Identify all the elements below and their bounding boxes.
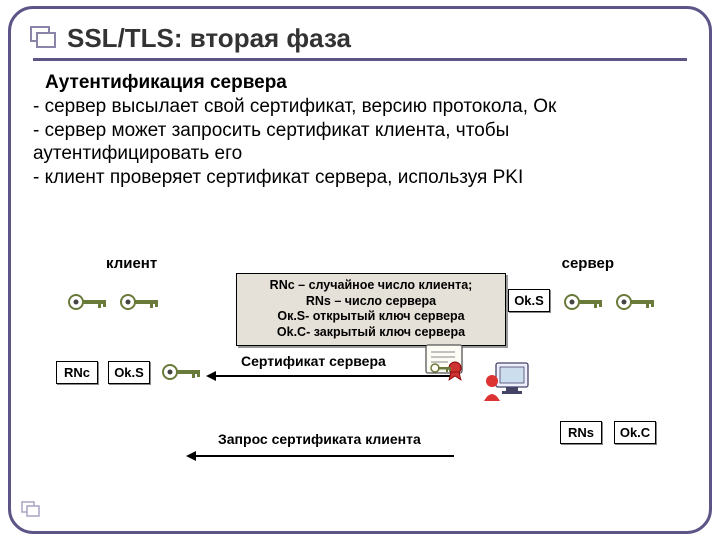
title-row: SSL/TLS: вторая фаза — [33, 23, 687, 61]
key-icon — [66, 291, 106, 309]
arrow-cert-line — [214, 375, 454, 377]
key-icon — [614, 291, 654, 309]
legend-box: RNc – случайное число клиента; RNs – чис… — [236, 273, 506, 346]
legend-line-2: RNs – число сервера — [241, 294, 501, 310]
arrow-cert-head — [206, 371, 216, 381]
arrow-cert-label: Сертификат сервера — [241, 353, 386, 369]
box-oks-right: Ok.S — [508, 289, 550, 312]
slide-title: SSL/TLS: вторая фаза — [67, 23, 351, 54]
box-oks-left: Ok.S — [108, 361, 150, 384]
subtitle: Аутентификация сервера — [45, 71, 687, 95]
client-monitor-icon — [482, 361, 532, 410]
key-icon — [160, 361, 200, 379]
server-label: сервер — [562, 255, 614, 272]
footer-bullet-icon — [21, 500, 43, 523]
bullet-3: - клиент проверяет сертификат сервера, и… — [33, 166, 687, 190]
certificate-icon — [424, 343, 470, 388]
body-text: Аутентификация сервера - сервер высылает… — [33, 71, 687, 190]
legend-line-1: RNc – случайное число клиента; — [241, 278, 501, 294]
arrow-req-line — [194, 455, 454, 457]
bullet-1: - сервер высылает свой сертификат, верси… — [33, 95, 687, 119]
diagram-area: клиент сервер RNc – случайное число клие… — [46, 261, 674, 513]
arrow-req-label: Запрос сертификата клиента — [218, 431, 421, 447]
key-icon — [118, 291, 158, 309]
legend-line-4: Ok.C- закрытый ключ сервера — [241, 325, 501, 341]
box-rnc: RNc — [56, 361, 98, 384]
client-label: клиент — [106, 255, 157, 272]
box-rns: RNs — [560, 421, 602, 444]
title-bullet-icon — [29, 23, 59, 54]
arrow-req-head — [186, 451, 196, 461]
key-icon — [562, 291, 602, 309]
box-okc: Ok.C — [614, 421, 656, 444]
bullet-2: - сервер может запросить сертификат клие… — [33, 119, 687, 167]
legend-line-3: Ок.S- открытый ключ сервера — [241, 309, 501, 325]
slide-frame: SSL/TLS: вторая фаза Аутентификация серв… — [8, 6, 712, 534]
